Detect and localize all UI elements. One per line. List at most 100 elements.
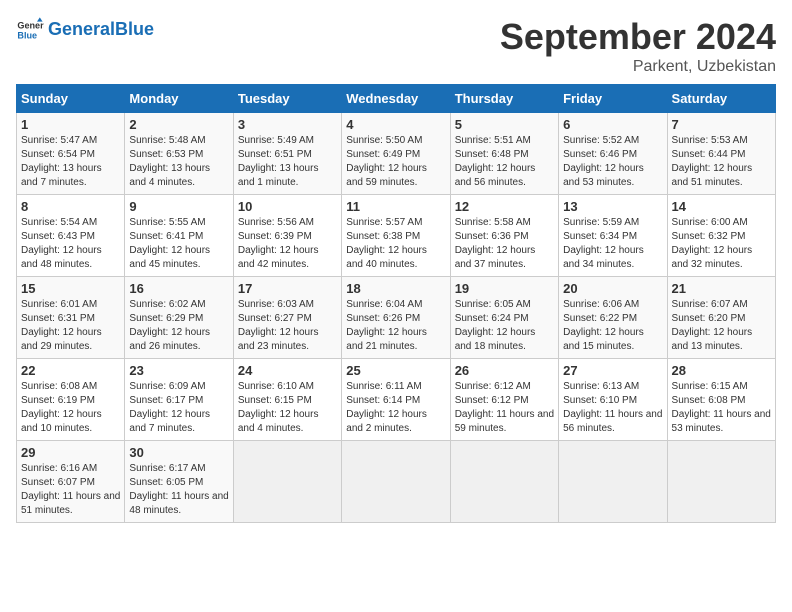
- day-info: Sunrise: 5:53 AM Sunset: 6:44 PM Dayligh…: [672, 134, 771, 190]
- day-number: 5: [455, 117, 554, 132]
- col-saturday: Saturday: [667, 85, 775, 113]
- calendar-cell: 13 Sunrise: 5:59 AM Sunset: 6:34 PM Dayli…: [559, 195, 667, 277]
- day-number: 28: [672, 363, 771, 378]
- day-number: 2: [129, 117, 228, 132]
- calendar-cell: 19 Sunrise: 6:05 AM Sunset: 6:24 PM Dayli…: [450, 277, 558, 359]
- day-number: 29: [21, 445, 120, 460]
- day-info: Sunrise: 6:16 AM Sunset: 6:07 PM Dayligh…: [21, 462, 120, 518]
- day-number: 27: [563, 363, 662, 378]
- day-number: 22: [21, 363, 120, 378]
- calendar-cell: 18 Sunrise: 6:04 AM Sunset: 6:26 PM Dayli…: [342, 277, 450, 359]
- calendar-cell: 22 Sunrise: 6:08 AM Sunset: 6:19 PM Dayli…: [17, 359, 125, 441]
- day-number: 26: [455, 363, 554, 378]
- calendar-cell: 21Sunrise: 6:07 AM Sunset: 6:20 PM Dayli…: [667, 277, 775, 359]
- calendar-week-2: 8Sunrise: 5:54 AM Sunset: 6:43 PM Daylig…: [17, 195, 776, 277]
- day-number: 11: [346, 199, 445, 214]
- day-info: Sunrise: 6:15 AM Sunset: 6:08 PM Dayligh…: [672, 380, 771, 436]
- calendar-cell: [559, 441, 667, 523]
- calendar-cell: 23 Sunrise: 6:09 AM Sunset: 6:17 PM Dayli…: [125, 359, 233, 441]
- calendar-cell: 16 Sunrise: 6:02 AM Sunset: 6:29 PM Dayli…: [125, 277, 233, 359]
- day-number: 20: [563, 281, 662, 296]
- day-info: Sunrise: 6:06 AM Sunset: 6:22 PM Dayligh…: [563, 298, 662, 354]
- calendar-cell: 25Sunrise: 6:11 AM Sunset: 6:14 PM Dayli…: [342, 359, 450, 441]
- calendar-cell: 5 Sunrise: 5:51 AM Sunset: 6:48 PM Daylig…: [450, 113, 558, 195]
- calendar-cell: 29 Sunrise: 6:16 AM Sunset: 6:07 PM Dayli…: [17, 441, 125, 523]
- calendar-cell: 9Sunrise: 5:55 AM Sunset: 6:41 PM Daylig…: [125, 195, 233, 277]
- day-info: Sunrise: 5:56 AM Sunset: 6:39 PM Dayligh…: [238, 216, 337, 272]
- day-info: Sunrise: 5:52 AM Sunset: 6:46 PM Dayligh…: [563, 134, 662, 190]
- calendar-week-1: 1Sunrise: 5:47 AM Sunset: 6:54 PM Daylig…: [17, 113, 776, 195]
- col-monday: Monday: [125, 85, 233, 113]
- day-number: 9: [129, 199, 228, 214]
- page-header: General Blue GeneralBlue September 2024 …: [16, 16, 776, 76]
- day-number: 14: [672, 199, 771, 214]
- month-title: September 2024: [500, 16, 776, 58]
- calendar-cell: 15 Sunrise: 6:01 AM Sunset: 6:31 PM Dayli…: [17, 277, 125, 359]
- day-number: 15: [21, 281, 120, 296]
- col-friday: Friday: [559, 85, 667, 113]
- day-number: 8: [21, 199, 120, 214]
- day-info: Sunrise: 5:48 AM Sunset: 6:53 PM Dayligh…: [129, 134, 228, 190]
- day-number: 18: [346, 281, 445, 296]
- location-subtitle: Parkent, Uzbekistan: [500, 58, 776, 76]
- day-number: 7: [672, 117, 771, 132]
- calendar-table: Sunday Monday Tuesday Wednesday Thursday…: [16, 84, 776, 523]
- calendar-cell: [450, 441, 558, 523]
- day-info: Sunrise: 5:51 AM Sunset: 6:48 PM Dayligh…: [455, 134, 554, 190]
- col-tuesday: Tuesday: [233, 85, 341, 113]
- day-info: Sunrise: 6:11 AM Sunset: 6:14 PM Dayligh…: [346, 380, 445, 436]
- col-wednesday: Wednesday: [342, 85, 450, 113]
- day-info: Sunrise: 6:02 AM Sunset: 6:29 PM Dayligh…: [129, 298, 228, 354]
- day-info: Sunrise: 6:05 AM Sunset: 6:24 PM Dayligh…: [455, 298, 554, 354]
- logo-icon: General Blue: [16, 16, 44, 44]
- day-info: Sunrise: 6:09 AM Sunset: 6:17 PM Dayligh…: [129, 380, 228, 436]
- svg-text:Blue: Blue: [17, 30, 37, 40]
- header-row: Sunday Monday Tuesday Wednesday Thursday…: [17, 85, 776, 113]
- day-info: Sunrise: 6:04 AM Sunset: 6:26 PM Dayligh…: [346, 298, 445, 354]
- day-number: 16: [129, 281, 228, 296]
- calendar-cell: 14 Sunrise: 6:00 AM Sunset: 6:32 PM Dayli…: [667, 195, 775, 277]
- calendar-cell: 30 Sunrise: 6:17 AM Sunset: 6:05 PM Dayli…: [125, 441, 233, 523]
- day-info: Sunrise: 6:08 AM Sunset: 6:19 PM Dayligh…: [21, 380, 120, 436]
- calendar-cell: 28 Sunrise: 6:15 AM Sunset: 6:08 PM Dayli…: [667, 359, 775, 441]
- col-sunday: Sunday: [17, 85, 125, 113]
- day-info: Sunrise: 6:10 AM Sunset: 6:15 PM Dayligh…: [238, 380, 337, 436]
- day-number: 30: [129, 445, 228, 460]
- day-number: 10: [238, 199, 337, 214]
- calendar-cell: [667, 441, 775, 523]
- day-info: Sunrise: 6:12 AM Sunset: 6:12 PM Dayligh…: [455, 380, 554, 436]
- day-info: Sunrise: 5:59 AM Sunset: 6:34 PM Dayligh…: [563, 216, 662, 272]
- logo: General Blue GeneralBlue: [16, 16, 154, 44]
- day-info: Sunrise: 5:47 AM Sunset: 6:54 PM Dayligh…: [21, 134, 120, 190]
- calendar-cell: 26 Sunrise: 6:12 AM Sunset: 6:12 PM Dayli…: [450, 359, 558, 441]
- day-info: Sunrise: 6:03 AM Sunset: 6:27 PM Dayligh…: [238, 298, 337, 354]
- day-info: Sunrise: 6:17 AM Sunset: 6:05 PM Dayligh…: [129, 462, 228, 518]
- calendar-cell: 27Sunrise: 6:13 AM Sunset: 6:10 PM Dayli…: [559, 359, 667, 441]
- day-info: Sunrise: 6:00 AM Sunset: 6:32 PM Dayligh…: [672, 216, 771, 272]
- day-number: 12: [455, 199, 554, 214]
- calendar-cell: 4Sunrise: 5:50 AM Sunset: 6:49 PM Daylig…: [342, 113, 450, 195]
- day-number: 24: [238, 363, 337, 378]
- calendar-cell: [233, 441, 341, 523]
- day-number: 13: [563, 199, 662, 214]
- calendar-cell: 1Sunrise: 5:47 AM Sunset: 6:54 PM Daylig…: [17, 113, 125, 195]
- day-info: Sunrise: 5:50 AM Sunset: 6:49 PM Dayligh…: [346, 134, 445, 190]
- logo-text: GeneralBlue: [48, 20, 154, 40]
- day-info: Sunrise: 6:01 AM Sunset: 6:31 PM Dayligh…: [21, 298, 120, 354]
- title-block: September 2024 Parkent, Uzbekistan: [500, 16, 776, 76]
- day-info: Sunrise: 5:58 AM Sunset: 6:36 PM Dayligh…: [455, 216, 554, 272]
- day-number: 23: [129, 363, 228, 378]
- day-number: 3: [238, 117, 337, 132]
- day-number: 19: [455, 281, 554, 296]
- calendar-cell: 24 Sunrise: 6:10 AM Sunset: 6:15 PM Dayli…: [233, 359, 341, 441]
- calendar-cell: [342, 441, 450, 523]
- day-info: Sunrise: 5:57 AM Sunset: 6:38 PM Dayligh…: [346, 216, 445, 272]
- day-info: Sunrise: 6:07 AM Sunset: 6:20 PM Dayligh…: [672, 298, 771, 354]
- calendar-cell: 12 Sunrise: 5:58 AM Sunset: 6:36 PM Dayli…: [450, 195, 558, 277]
- day-number: 6: [563, 117, 662, 132]
- day-number: 17: [238, 281, 337, 296]
- calendar-cell: 3Sunrise: 5:49 AM Sunset: 6:51 PM Daylig…: [233, 113, 341, 195]
- calendar-cell: 6 Sunrise: 5:52 AM Sunset: 6:46 PM Daylig…: [559, 113, 667, 195]
- calendar-cell: 17 Sunrise: 6:03 AM Sunset: 6:27 PM Dayli…: [233, 277, 341, 359]
- col-thursday: Thursday: [450, 85, 558, 113]
